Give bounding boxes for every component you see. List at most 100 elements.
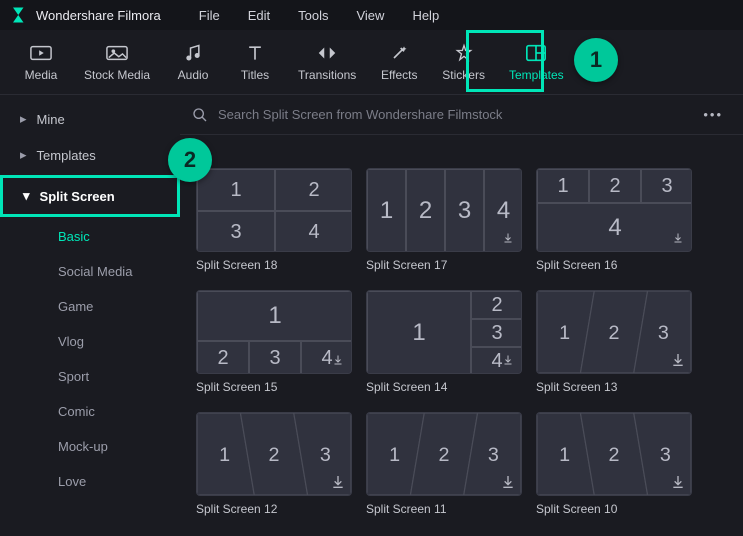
template-tile-split-screen-11: 1 2 3 Split Screen 11 — [366, 412, 522, 516]
download-icon[interactable] — [670, 352, 686, 368]
svg-text:1: 1 — [559, 444, 570, 466]
template-thumb[interactable]: 1 2 3 — [196, 412, 352, 496]
toolbar-audio[interactable]: Audio — [166, 37, 220, 88]
template-label: Split Screen 16 — [536, 258, 692, 272]
toolbar-templates[interactable]: Templates — [501, 37, 572, 88]
menu-tools[interactable]: Tools — [298, 8, 328, 23]
search-icon — [192, 107, 208, 123]
template-tile-split-screen-15: 1 2 3 4 Split Screen 15 — [196, 290, 352, 394]
chevron-down-icon: ▾ — [23, 188, 30, 204]
toolbar-transitions[interactable]: Transitions — [290, 37, 364, 88]
sidebar-sub-comic[interactable]: Comic — [0, 394, 180, 429]
template-label: Split Screen 14 — [366, 380, 522, 394]
toolbar-media[interactable]: Media — [14, 37, 68, 88]
download-icon[interactable] — [330, 352, 346, 368]
template-thumb[interactable]: 1 2 3 — [536, 412, 692, 496]
sidebar-sub-social-media[interactable]: Social Media — [0, 254, 180, 289]
download-icon[interactable] — [670, 230, 686, 246]
sidebar-item-mine[interactable]: ▸ Mine — [0, 101, 180, 137]
toolbar-effects[interactable]: Effects — [372, 37, 426, 88]
template-label: Split Screen 13 — [536, 380, 692, 394]
svg-text:2: 2 — [439, 444, 450, 466]
toolbar-stock-media[interactable]: Stock Media — [76, 37, 158, 88]
search-input[interactable] — [218, 107, 685, 122]
svg-text:3: 3 — [488, 444, 499, 466]
chevron-right-icon: ▸ — [20, 147, 27, 163]
template-label: Split Screen 17 — [366, 258, 522, 272]
media-icon — [30, 43, 52, 63]
template-thumb[interactable]: 1 2 3 4 — [196, 168, 352, 252]
sidebar-sub-sport[interactable]: Sport — [0, 359, 180, 394]
template-thumb[interactable]: 1 2 3 4 — [196, 290, 352, 374]
toolbar: Media Stock Media Audio Titles Transitio… — [0, 30, 743, 95]
sidebar-sub-love[interactable]: Love — [0, 464, 180, 499]
audio-icon — [183, 43, 203, 63]
templates-grid: 1 2 3 4 Split Screen 18 1 2 3 4 Split Sc… — [180, 162, 743, 532]
sidebar-item-split-screen[interactable]: ▾ Split Screen — [0, 175, 180, 217]
download-icon[interactable] — [500, 474, 516, 490]
menubar: File Edit Tools View Help — [199, 8, 439, 23]
template-thumb[interactable]: 1 2 3 — [366, 412, 522, 496]
download-icon[interactable] — [330, 474, 346, 490]
template-label: Split Screen 18 — [196, 258, 352, 272]
template-tile-split-screen-13: 1 2 3 Split Screen 13 — [536, 290, 692, 394]
sidebar-sub-basic[interactable]: Basic — [0, 219, 180, 254]
titles-icon — [245, 43, 265, 63]
body: ▸ Mine ▸ Templates ▾ Split Screen Basic … — [0, 95, 743, 536]
toolbar-titles[interactable]: Titles — [228, 37, 282, 88]
menu-view[interactable]: View — [356, 8, 384, 23]
toolbar-label: Effects — [381, 68, 417, 82]
template-thumb[interactable]: 1 2 3 4 — [366, 290, 522, 374]
template-tile-split-screen-12: 1 2 3 Split Screen 12 — [196, 412, 352, 516]
svg-text:2: 2 — [609, 322, 620, 344]
template-thumb[interactable]: 1 2 3 — [536, 290, 692, 374]
app-logo: Wondershare Filmora — [10, 6, 161, 24]
sidebar-label: Templates — [37, 148, 96, 163]
toolbar-label: Titles — [241, 68, 269, 82]
template-thumb[interactable]: 1 2 3 4 — [366, 168, 522, 252]
app-name: Wondershare Filmora — [36, 8, 161, 23]
svg-text:2: 2 — [609, 444, 620, 466]
sidebar-sub-vlog[interactable]: Vlog — [0, 324, 180, 359]
template-tile-split-screen-16: 1 2 3 4 Split Screen 16 — [536, 168, 692, 272]
titlebar: Wondershare Filmora File Edit Tools View… — [0, 0, 743, 30]
stickers-icon — [454, 43, 474, 63]
svg-text:1: 1 — [559, 322, 570, 344]
download-icon[interactable] — [500, 230, 516, 246]
template-label: Split Screen 12 — [196, 502, 352, 516]
templates-icon — [525, 43, 547, 63]
sidebar-sub-game[interactable]: Game — [0, 289, 180, 324]
sidebar-label: Mine — [37, 112, 65, 127]
menu-edit[interactable]: Edit — [248, 8, 270, 23]
filmora-logo-icon — [10, 6, 28, 24]
breadcrumb: C — [180, 135, 743, 162]
toolbar-label: Transitions — [298, 68, 356, 82]
annotation-badge-2: 2 — [168, 138, 212, 182]
main: ••• C 1 2 3 4 Split Screen 18 1 2 3 — [180, 95, 743, 536]
template-thumb[interactable]: 1 2 3 4 — [536, 168, 692, 252]
template-tile-split-screen-14: 1 2 3 4 Split Screen 14 — [366, 290, 522, 394]
template-label: Split Screen 10 — [536, 502, 692, 516]
svg-text:2: 2 — [269, 444, 280, 466]
searchbar: ••• — [180, 95, 743, 135]
sidebar-label: Split Screen — [40, 189, 115, 204]
download-icon[interactable] — [670, 474, 686, 490]
transitions-icon — [316, 43, 338, 63]
template-tile-split-screen-17: 1 2 3 4 Split Screen 17 — [366, 168, 522, 272]
toolbar-label: Stickers — [442, 68, 485, 82]
more-options-button[interactable]: ••• — [695, 103, 731, 126]
chevron-right-icon: ▸ — [20, 111, 27, 127]
download-icon[interactable] — [500, 352, 516, 368]
toolbar-label: Stock Media — [84, 68, 150, 82]
effects-icon — [389, 43, 409, 63]
stock-media-icon — [106, 43, 128, 63]
menu-help[interactable]: Help — [412, 8, 439, 23]
toolbar-stickers[interactable]: Stickers — [434, 37, 493, 88]
toolbar-label: Media — [25, 68, 58, 82]
menu-file[interactable]: File — [199, 8, 220, 23]
sidebar-item-templates[interactable]: ▸ Templates — [0, 137, 180, 173]
svg-text:1: 1 — [219, 444, 230, 466]
sidebar-sub-mock-up[interactable]: Mock-up — [0, 429, 180, 464]
sidebar: ▸ Mine ▸ Templates ▾ Split Screen Basic … — [0, 95, 180, 536]
svg-text:3: 3 — [320, 444, 331, 466]
